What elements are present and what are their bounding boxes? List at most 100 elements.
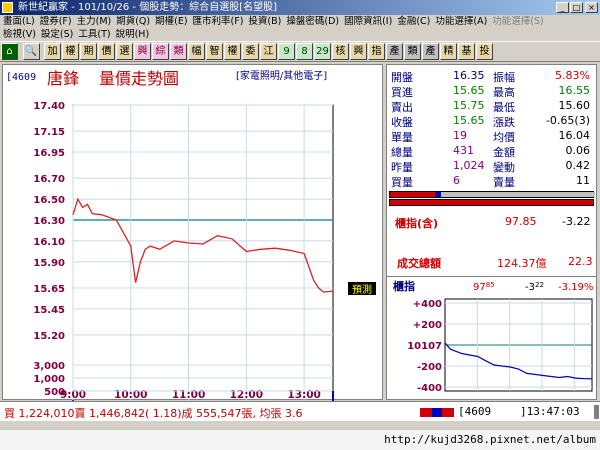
toolbar-button[interactable]: 智: [206, 43, 223, 60]
menu-item[interactable]: 功能選擇(A): [435, 16, 487, 27]
toolbar-button[interactable]: 綜: [152, 43, 169, 60]
volume-tick-label: 3,000: [33, 361, 65, 372]
quote-value: 16.04: [558, 129, 591, 142]
quote-value: 15.60: [558, 99, 591, 112]
menu-item[interactable]: 畫面(L): [3, 16, 35, 27]
quote-label: 均價: [493, 131, 515, 144]
menu-item[interactable]: 主力(M): [77, 16, 112, 27]
toolbar-button[interactable]: 幅: [188, 43, 205, 60]
toolbar-button[interactable]: 加: [44, 43, 61, 60]
toolbar: ⌂ 🔍 加權期價選興綜類幅智權委江 9 8 29 核興指產類產精基投: [0, 41, 600, 62]
toolbar-button[interactable]: 權: [224, 43, 241, 60]
toolbar-button[interactable]: 價: [98, 43, 115, 60]
toolbar-button[interactable]: 基: [458, 43, 475, 60]
price-tick-label: 16.70: [33, 174, 65, 185]
quote-value: 1,024: [453, 159, 485, 172]
menu-row-primary: 畫面(L) 證券(F) 主力(M) 期貨(Q) 期權(E) 匯市利率(F) 投資(B) 操盤密…: [3, 15, 549, 28]
volume-tick-label: 1,000: [33, 374, 65, 385]
menu-item[interactable]: 期貨(Q): [116, 16, 150, 27]
mini-tick-label: 10107: [407, 341, 442, 352]
toolbar-button[interactable]: 8: [296, 43, 313, 60]
home-icon[interactable]: ⌂: [1, 43, 18, 60]
toolbar-button[interactable]: 9: [278, 43, 295, 60]
stock-category: [家電照明/其他電子]: [236, 69, 327, 82]
toolbar-button[interactable]: 產: [386, 43, 403, 60]
toolbar-button[interactable]: 指: [368, 43, 385, 60]
menu-item[interactable]: 期權(E): [155, 16, 187, 27]
toolbar-button[interactable]: 委: [242, 43, 259, 60]
menu-item[interactable]: 金融(C): [397, 16, 430, 27]
quote-label: 賣量: [493, 176, 515, 189]
index-value: 97.85: [505, 215, 537, 228]
toolbar-button[interactable]: 興: [134, 43, 151, 60]
close-button[interactable]: ×: [585, 2, 598, 13]
mini-pct: -3.19%: [558, 282, 593, 293]
price-tick-label: 15.90: [33, 258, 65, 269]
toolbar-button[interactable]: 精: [440, 43, 457, 60]
price-line: [72, 197, 334, 293]
quote-value: -0.65(3): [545, 114, 590, 127]
inner-outer-bar: [389, 199, 594, 206]
stock-code: [4609: [6, 72, 36, 83]
quote-value: 6: [453, 174, 460, 187]
quote-label: 漲跌: [493, 116, 515, 129]
toolbar-button[interactable]: 投: [476, 43, 493, 60]
quote-value: 15.75: [453, 99, 485, 112]
mini-label: 櫃指: [393, 279, 415, 293]
quote-label: 最低: [493, 101, 515, 114]
menu-item[interactable]: 檢視(V): [3, 29, 36, 40]
status-bar: 買 1,224,010賣 1,446,842( 1.18)成 555,547張,…: [0, 401, 600, 421]
status-scroll-handle[interactable]: [594, 405, 599, 419]
maximize-button[interactable]: □: [570, 2, 583, 13]
status-color-blue: [432, 408, 442, 417]
toolbar-button[interactable]: 江: [260, 43, 277, 60]
mini-change: -322: [525, 281, 544, 293]
otc-index-mini-chart: 櫃指 9785 -322 -3.19% +400 +200 10107 -200 -40…: [393, 279, 593, 394]
quote-label: 金額: [493, 146, 515, 159]
status-stock-code[interactable]: [4609: [458, 405, 491, 418]
status-color-red2: [442, 408, 454, 417]
toolbar-button[interactable]: 興: [350, 43, 367, 60]
quote-label: 收盤: [391, 116, 413, 129]
toolbar-button[interactable]: 產: [422, 43, 439, 60]
toolbar-button[interactable]: 權: [62, 43, 79, 60]
minimize-button[interactable]: _: [556, 2, 569, 13]
toolbar-button[interactable]: 選: [116, 43, 133, 60]
quote-value: 431: [453, 144, 474, 157]
quote-label: 總量: [391, 146, 413, 159]
bid-ask-bar: [389, 191, 595, 198]
search-icon[interactable]: 🔍: [22, 43, 40, 60]
toolbar-button[interactable]: 期: [80, 43, 97, 60]
index-label: 櫃指(含): [395, 217, 439, 230]
menu-item[interactable]: 國際資訊(I): [344, 16, 392, 27]
status-time: ]13:47:03: [520, 405, 580, 418]
menu-item[interactable]: 匯市利率(F): [193, 16, 244, 27]
quote-label: 昨量: [391, 161, 413, 174]
mini-index-line: [444, 342, 593, 380]
quote-value: 0.42: [565, 159, 591, 172]
toolbar-button[interactable]: 類: [404, 43, 421, 60]
menu-item[interactable]: 設定(S): [41, 29, 73, 40]
turnover-change: 22.3: [568, 255, 593, 268]
menu-item[interactable]: 投資(B): [248, 16, 281, 27]
toolbar-buttons: 加權期價選興綜類幅智權委江 9 8 29 核興指產類產精基投: [43, 42, 493, 60]
menu-item[interactable]: 操盤密碼(D): [286, 16, 339, 27]
price-tick-label: 15.65: [33, 284, 65, 295]
plot-frame: [72, 104, 334, 401]
toolbar-button[interactable]: 核: [332, 43, 349, 60]
price-volume-chart: [4609 唐鋒 量價走勢圖 [家電照明/其他電子] 預測 17.40 17.15…: [6, 69, 376, 401]
menu-item[interactable]: 證券(F): [40, 16, 72, 27]
forecast-label: 預測: [352, 283, 372, 296]
quote-value: 16.35: [453, 69, 485, 82]
mini-tick-label: -200: [417, 362, 442, 373]
toolbar-button[interactable]: 29: [314, 43, 331, 60]
quote-value: 15.65: [453, 84, 485, 97]
quote-value: 15.65: [453, 114, 485, 127]
menu-item[interactable]: 功能選擇(S): [492, 16, 543, 27]
menu-item[interactable]: 說明(H): [116, 29, 150, 40]
toolbar-button[interactable]: 類: [170, 43, 187, 60]
quote-label: 振幅: [493, 71, 515, 84]
window-titlebar: 新世紀贏家 - 101/10/26 - 個股走勢：綜合自選股[名望股] _ □ …: [0, 0, 600, 15]
menu-item[interactable]: 工具(T): [78, 29, 110, 40]
price-tick-label: 17.40: [33, 101, 65, 112]
